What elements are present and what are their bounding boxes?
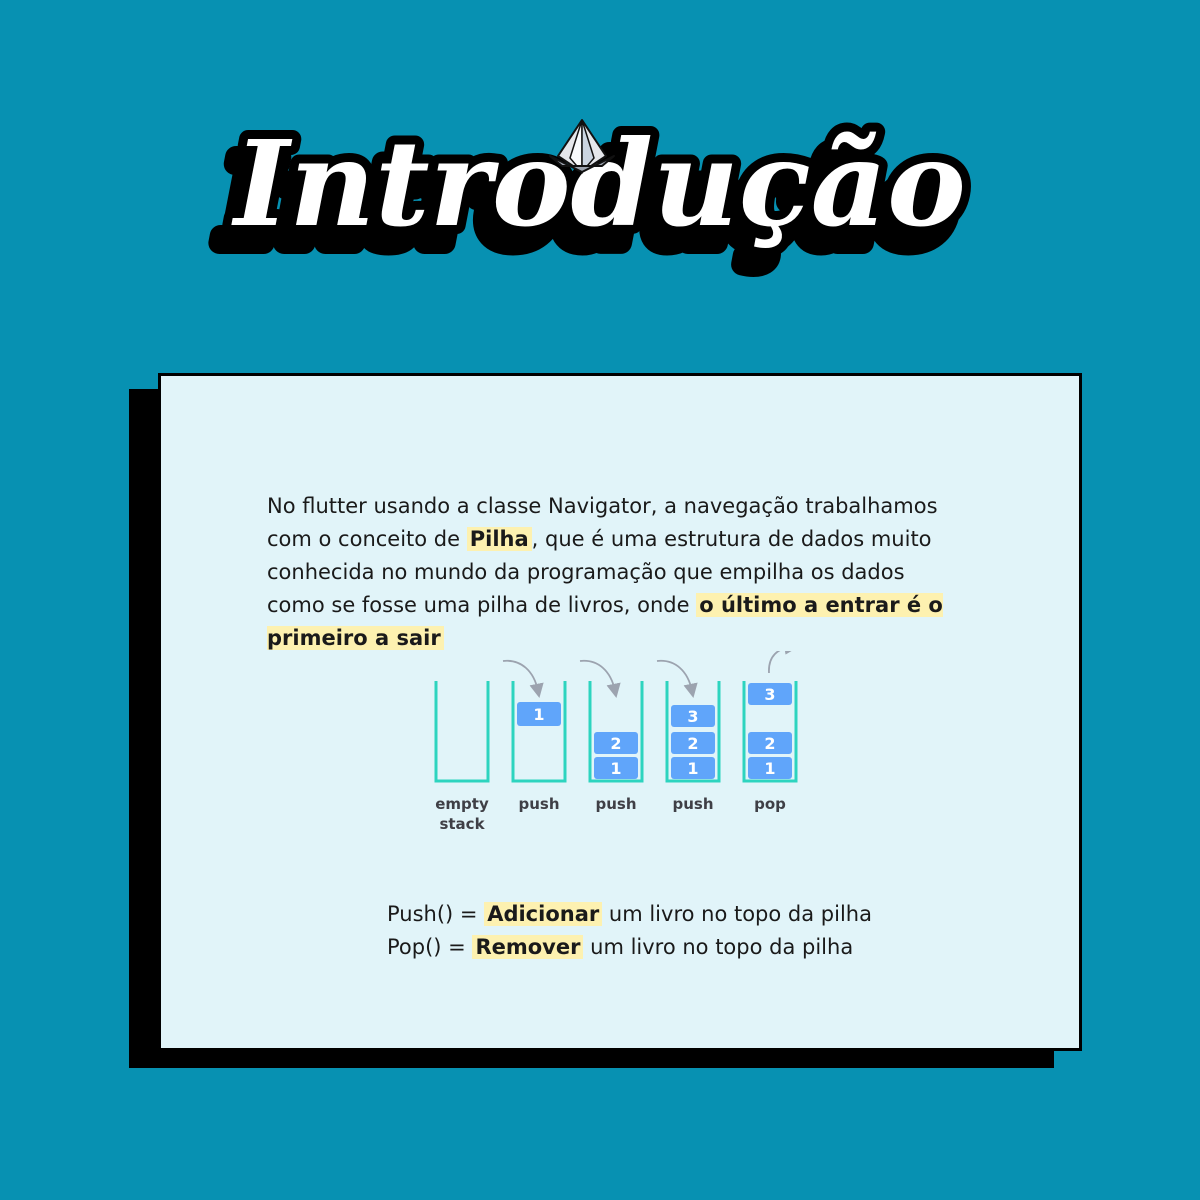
stack-container [434,681,490,783]
block-number: 2 [764,734,775,753]
operation-push: Push() = Adicionar um livro no topo da p… [387,898,872,931]
title-banner: Introdução Introdução Introdução [0,95,1200,295]
stack-label: push [518,795,559,813]
stack-label: stack [439,815,485,833]
page-title: Introdução [231,114,966,253]
operations-list: Push() = Adicionar um livro no topo da p… [387,898,872,964]
pop-arrow [768,651,800,674]
operation-prefix: Pop() = [387,935,473,959]
stack-container [511,681,567,783]
block-number: 1 [764,759,775,778]
intro-paragraph: No flutter usando a classe Navigator, a … [267,490,967,655]
block-number: 1 [533,705,544,724]
title-graphic: Introdução Introdução Introdução [208,105,975,282]
highlight-pilha: Pilha [466,527,532,551]
stack-label: push [672,795,713,813]
push-arrow [579,659,621,699]
block-number: 2 [687,734,698,753]
stack-pop: 3 2 1 pop [742,651,800,813]
block-number: 1 [687,759,698,778]
stack-push-1: 1 push [502,659,567,813]
stack-label: empty [435,795,489,813]
block-number: 1 [610,759,621,778]
operation-suffix: um livro no topo da pilha [583,935,854,959]
stack-diagram: empty stack 1 push 2 1 push 3 2 1 push 3… [434,651,800,833]
operation-suffix: um livro no topo da pilha [602,902,872,926]
stack-push-3: 3 2 1 push [656,659,721,813]
stack-label: push [595,795,636,813]
highlight-remover: Remover [472,935,584,959]
operation-prefix: Push() = [387,902,485,926]
stack-label: pop [754,795,786,813]
push-arrow [502,659,544,699]
push-arrow [656,659,698,699]
content-card: No flutter usando a classe Navigator, a … [158,373,1082,1051]
stack-empty: empty stack [434,681,490,833]
stack-push-2: 2 1 push [579,659,644,813]
operation-pop: Pop() = Remover um livro no topo da pilh… [387,931,872,964]
block-number: 2 [610,734,621,753]
block-number: 3 [687,707,698,726]
highlight-adicionar: Adicionar [484,902,603,926]
block-number: 3 [764,685,775,704]
